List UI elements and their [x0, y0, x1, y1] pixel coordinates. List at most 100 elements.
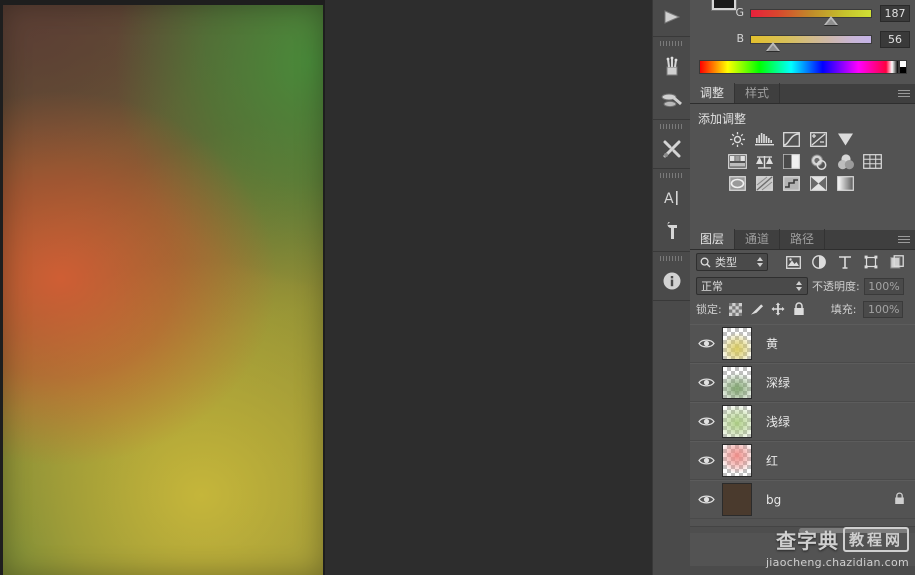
dock-group-info [653, 254, 690, 301]
filter-smart-object-icon[interactable] [889, 254, 905, 270]
tab-channels[interactable]: 通道 [735, 229, 781, 249]
document-canvas[interactable] [3, 5, 323, 575]
lock-transparent-pixels-icon[interactable] [729, 302, 743, 316]
slider-thumb-b[interactable] [766, 42, 780, 51]
chevron-updown-icon [757, 257, 763, 267]
character-icon[interactable]: A [653, 181, 691, 215]
panel-menu-icon[interactable] [897, 88, 911, 100]
layer-visibility-icon[interactable] [690, 377, 722, 388]
tab-styles[interactable]: 样式 [735, 83, 781, 103]
slider-value-b[interactable]: 56 [880, 31, 910, 48]
color-ramp-endpoints[interactable] [899, 60, 907, 74]
filter-pixel-icon[interactable] [785, 254, 801, 270]
tab-adjustments[interactable]: 调整 [690, 83, 736, 103]
layer-name: 浅绿 [766, 415, 791, 429]
exposure-icon[interactable] [809, 131, 828, 148]
adjustments-icon-grid [690, 131, 915, 192]
tool-presets-icon[interactable] [653, 132, 691, 166]
table-row[interactable]: 深绿 [690, 363, 915, 402]
slider-thumb-g[interactable] [824, 16, 838, 25]
scrollbar-thumb[interactable] [799, 528, 909, 533]
search-icon [700, 257, 711, 267]
layer-thumbnail[interactable] [722, 444, 752, 477]
adjustments-tabstrip: 调整 样式 [690, 83, 915, 104]
slider-label-b: B [736, 32, 744, 45]
channel-mixer-icon[interactable] [836, 153, 855, 170]
layer-name: 黄 [766, 337, 779, 351]
opacity-field[interactable]: 100% [863, 277, 904, 295]
curves-icon[interactable] [782, 131, 801, 148]
table-row[interactable]: 红 [690, 441, 915, 480]
lock-position-icon[interactable] [771, 302, 785, 316]
opacity-label: 不透明度: [812, 280, 860, 293]
layer-filter-kind-select[interactable]: 类型 [696, 253, 768, 271]
slider-value-g[interactable]: 187 [880, 5, 910, 22]
lock-row: 锁定: 填充: 100% [690, 298, 915, 320]
layers-tabstrip: 图层 通道 路径 [690, 229, 915, 250]
color-lookup-icon[interactable] [863, 153, 882, 170]
dock-grip[interactable] [660, 254, 683, 263]
chevron-updown-icon [796, 281, 802, 291]
svg-text:A: A [664, 191, 674, 207]
layer-thumbnail[interactable] [722, 483, 752, 516]
color-slider-g: G 187 [690, 2, 915, 25]
vibrance-icon[interactable] [836, 131, 855, 148]
brush-presets-icon[interactable] [653, 49, 691, 83]
layer-thumbnail[interactable] [722, 327, 752, 360]
dock-group-text: A [653, 171, 690, 252]
layer-visibility-icon[interactable] [690, 494, 722, 505]
color-ramp[interactable] [699, 60, 899, 74]
hue-saturation-icon[interactable] [728, 153, 747, 170]
filter-adjustment-icon[interactable] [811, 254, 827, 270]
layer-locked-icon [894, 492, 905, 508]
adjustments-row-3 [728, 175, 915, 192]
filter-type-icon[interactable] [837, 254, 853, 270]
lock-image-pixels-icon[interactable] [750, 302, 764, 316]
lock-all-icon[interactable] [792, 302, 806, 316]
slider-track-g[interactable] [750, 9, 872, 18]
black-white-icon[interactable] [782, 153, 801, 170]
timeline-icon[interactable] [653, 0, 691, 34]
collapsed-panel-dock: A [652, 0, 690, 575]
invert-icon[interactable] [728, 175, 747, 192]
layer-visibility-icon[interactable] [690, 338, 722, 349]
adjustments-row-1 [728, 131, 915, 148]
layer-visibility-icon[interactable] [690, 416, 722, 427]
color-balance-icon[interactable] [755, 153, 774, 170]
threshold-icon[interactable] [782, 175, 801, 192]
tab-paths[interactable]: 路径 [780, 229, 826, 249]
levels-icon[interactable] [755, 131, 774, 148]
layer-name: 红 [766, 454, 779, 468]
selective-color-icon[interactable] [836, 175, 855, 192]
layer-thumbnail[interactable] [722, 405, 752, 438]
slider-label-g: G [735, 6, 744, 19]
tab-layers[interactable]: 图层 [690, 229, 736, 249]
dock-grip[interactable] [660, 39, 683, 48]
document-frame [0, 0, 325, 575]
dock-grip[interactable] [660, 171, 683, 180]
table-row[interactable]: 黄 [690, 324, 915, 363]
fill-label: 填充: [830, 303, 857, 316]
paragraph-icon[interactable] [653, 215, 691, 249]
layer-thumbnail[interactable] [722, 366, 752, 399]
blend-mode-row: 正常 不透明度: 100% [690, 274, 915, 298]
layer-name: 深绿 [766, 376, 791, 390]
layer-list-scrollbar[interactable] [690, 526, 915, 533]
filter-shape-icon[interactable] [863, 254, 879, 270]
adjustments-row-2 [728, 153, 915, 170]
blend-mode-select[interactable]: 正常 [696, 277, 808, 295]
photo-filter-icon[interactable] [809, 153, 828, 170]
dock-grip[interactable] [660, 122, 683, 131]
table-row[interactable]: 浅绿 [690, 402, 915, 441]
brush-icon[interactable] [653, 83, 691, 117]
gradient-map-icon[interactable] [809, 175, 828, 192]
fill-field[interactable]: 100% [863, 300, 904, 318]
layer-filter-icons [785, 254, 905, 270]
panel-menu-icon[interactable] [897, 234, 911, 246]
posterize-icon[interactable] [755, 175, 774, 192]
layer-visibility-icon[interactable] [690, 455, 722, 466]
brightness-contrast-icon[interactable] [728, 131, 747, 148]
color-slider-b: B 56 [690, 28, 915, 51]
info-icon[interactable] [653, 264, 691, 298]
table-row[interactable]: bg [690, 480, 915, 519]
